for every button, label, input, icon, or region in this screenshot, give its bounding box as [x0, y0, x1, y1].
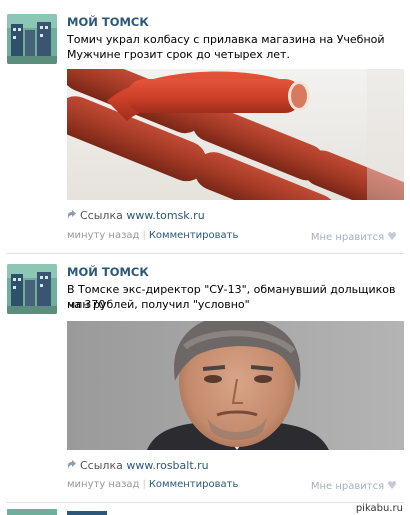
like-button[interactable]: Мне нравится ♥	[311, 479, 397, 492]
post-photo-sausages[interactable]	[67, 69, 404, 200]
share-arrow-icon	[68, 460, 76, 469]
post-author-partial[interactable]	[67, 511, 107, 515]
post-link-prefix: Ссылка	[80, 459, 123, 472]
post-text-line: Томич украл колбасу с прилавка магазина …	[67, 33, 385, 46]
post-meta: минуту назад | Комментировать Мне нравится…	[67, 230, 397, 243]
post-link-domain[interactable]: www.rosbalt.ru	[126, 459, 208, 472]
meta-separator: |	[142, 479, 146, 490]
feed-post: МОЙ ТОМСК Томич украл колбасу с прилавка…	[0, 0, 410, 253]
post-text-line: млн рублей, получил "условно"	[67, 298, 250, 311]
heart-icon: ♥	[387, 479, 397, 492]
post-author[interactable]: МОЙ ТОМСК	[67, 15, 149, 29]
comment-link[interactable]: Комментировать	[149, 479, 239, 490]
feed-post: МОЙ ТОМСК В Томске экс-директор "СУ-13",…	[0, 254, 410, 502]
post-time[interactable]: минуту назад	[67, 479, 139, 490]
post-divider	[6, 502, 404, 503]
post-author[interactable]: МОЙ ТОМСК	[67, 265, 149, 279]
post-link-prefix: Ссылка	[80, 209, 123, 222]
post-link[interactable]: Ссылка www.tomsk.ru	[67, 209, 205, 222]
heart-icon: ♥	[387, 230, 397, 243]
community-avatar-partial[interactable]	[7, 509, 57, 515]
post-link[interactable]: Ссылка www.rosbalt.ru	[67, 459, 209, 472]
watermark: pikabu.ru	[353, 503, 405, 514]
community-avatar[interactable]	[7, 264, 57, 314]
news-feed: МОЙ ТОМСК Томич украл колбасу с прилавка…	[0, 0, 410, 515]
like-label: Мне нравится	[310, 232, 385, 243]
post-photo-portrait[interactable]	[67, 321, 404, 450]
post-time[interactable]: минуту назад	[67, 230, 139, 241]
comment-link[interactable]: Комментировать	[149, 230, 239, 241]
next-post-peek	[0, 504, 410, 515]
post-link-domain[interactable]: www.tomsk.ru	[126, 209, 204, 222]
post-meta: минуту назад | Комментировать Мне нравится…	[67, 479, 397, 492]
like-label: Мне нравится	[310, 481, 385, 492]
share-arrow-icon	[68, 210, 76, 219]
meta-separator: |	[142, 230, 146, 241]
community-avatar[interactable]	[7, 14, 57, 64]
like-button[interactable]: Мне нравится ♥	[311, 230, 397, 243]
post-text-line: Мужчине грозит срок до четырех лет.	[67, 48, 290, 61]
